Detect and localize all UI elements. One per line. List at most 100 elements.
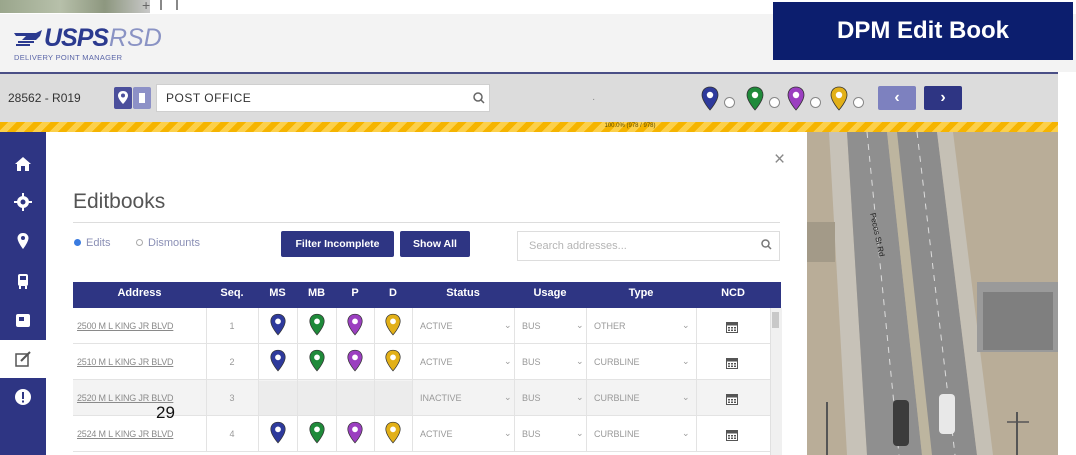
chevron-down-icon[interactable]: ⌄	[576, 356, 584, 367]
sidebar-item-editbooks[interactable]	[0, 340, 46, 378]
show-all-button[interactable]: Show All	[400, 231, 470, 257]
chevron-down-icon[interactable]: ⌄	[682, 320, 690, 331]
chevron-down-icon[interactable]: ⌄	[504, 356, 512, 367]
sidebar-item-mailbox[interactable]	[0, 301, 46, 339]
p-pin-icon	[787, 86, 805, 111]
d-pin-icon	[830, 86, 848, 111]
plus-icon[interactable]: +	[142, 0, 150, 13]
scrollbar-thumb[interactable]	[772, 312, 779, 328]
cell-divider	[514, 308, 515, 344]
type-select[interactable]: CURBLINE	[594, 357, 640, 367]
chevron-down-icon[interactable]: ⌄	[576, 392, 584, 403]
building-filter-button[interactable]	[133, 87, 151, 109]
ms-pin-cell[interactable]	[269, 421, 287, 450]
sidebar-item-settings[interactable]	[0, 183, 46, 221]
column-header-ncd: NCD	[721, 287, 745, 299]
cell-divider	[696, 416, 697, 452]
map-thumbnail[interactable]	[0, 0, 150, 13]
ms-pin-cell[interactable]	[269, 313, 287, 342]
chevron-down-icon[interactable]: ⌄	[682, 392, 690, 403]
layers-icon[interactable]	[160, 0, 178, 10]
chevron-down-icon[interactable]: ⌄	[682, 356, 690, 367]
ncd-button[interactable]	[726, 428, 738, 446]
d-pin-cell[interactable]	[384, 313, 402, 342]
panel-title: Editbooks	[73, 190, 166, 213]
address-search-placeholder: Search addresses...	[529, 240, 627, 252]
alert-icon	[15, 389, 31, 405]
status-select[interactable]: ACTIVE	[420, 429, 453, 439]
chevron-down-icon[interactable]: ⌄	[504, 392, 512, 403]
radio-dismounts[interactable]	[136, 239, 143, 246]
mb-pin-cell[interactable]	[308, 421, 326, 450]
cell-divider	[206, 416, 207, 452]
ncd-button[interactable]	[726, 356, 738, 374]
mb-pin-cell[interactable]	[308, 313, 326, 342]
status-select[interactable]: ACTIVE	[420, 357, 453, 367]
sidebar-item-locations[interactable]	[0, 222, 46, 260]
legend-d-toggle[interactable]	[853, 97, 864, 108]
ms-pin-icon	[701, 86, 719, 111]
ncd-button[interactable]	[726, 392, 738, 410]
chevron-down-icon[interactable]: ⌄	[576, 428, 584, 439]
mb-pin-cell[interactable]	[308, 349, 326, 378]
cell-divider	[586, 380, 587, 416]
address-link[interactable]: 2510 M L KING JR BLVD	[77, 357, 174, 367]
cell-divider	[514, 344, 515, 380]
address-link[interactable]: 2520 M L KING JR BLVD	[77, 393, 174, 403]
usage-select[interactable]: BUS	[522, 321, 541, 331]
type-select[interactable]: CURBLINE	[594, 429, 640, 439]
p-pin-cell[interactable]	[346, 421, 364, 450]
calendar-icon	[726, 322, 738, 333]
sidebar-item-home[interactable]	[0, 145, 46, 183]
calendar-icon	[726, 430, 738, 441]
chevron-down-icon[interactable]: ⌄	[682, 428, 690, 439]
mb-pin-icon	[746, 86, 764, 111]
radio-dismounts-label[interactable]: Dismounts	[148, 237, 200, 249]
ms-pin-cell[interactable]	[269, 349, 287, 378]
chevron-down-icon[interactable]: ⌄	[576, 320, 584, 331]
location-filter-button[interactable]	[114, 87, 132, 109]
previous-button[interactable]: ‹	[878, 86, 916, 110]
cell-divider	[412, 344, 413, 380]
cell-divider	[297, 344, 298, 380]
chevron-down-icon[interactable]: ⌄	[504, 320, 512, 331]
ncd-button[interactable]	[726, 320, 738, 338]
legend-mb-pin-icon	[745, 86, 765, 112]
usage-select[interactable]: BUS	[522, 429, 541, 439]
status-select[interactable]: ACTIVE	[420, 321, 453, 331]
sequence-number: 2	[229, 357, 235, 367]
legend-p-toggle[interactable]	[810, 97, 821, 108]
legend-ms-toggle[interactable]	[724, 97, 735, 108]
search-icon[interactable]	[758, 236, 776, 254]
logo-subtitle: DELIVERY POINT MANAGER	[14, 53, 123, 62]
address-link[interactable]: 2500 M L KING JR BLVD	[77, 321, 174, 331]
radio-edits[interactable]	[74, 239, 81, 246]
status-select[interactable]: INACTIVE	[420, 393, 462, 403]
legend-mb-toggle[interactable]	[769, 97, 780, 108]
radio-edits-label[interactable]: Edits	[86, 237, 110, 249]
logo-usps: USPS	[44, 24, 109, 52]
cell-divider	[374, 308, 375, 344]
type-select[interactable]: CURBLINE	[594, 393, 640, 403]
slide-banner: DPM Edit Book	[773, 2, 1073, 60]
sidebar-item-alerts[interactable]	[0, 378, 46, 416]
chevron-down-icon[interactable]: ⌄	[504, 428, 512, 439]
p-pin-cell[interactable]	[346, 313, 364, 342]
address-link[interactable]: 2524 M L KING JR BLVD	[77, 429, 174, 439]
logo-rsd: RSD	[109, 24, 162, 52]
usage-select[interactable]: BUS	[522, 357, 541, 367]
filter-incomplete-button[interactable]: Filter Incomplete	[281, 231, 394, 257]
p-pin-cell[interactable]	[346, 349, 364, 378]
usage-select[interactable]: BUS	[522, 393, 541, 403]
sidebar-item-vehicle[interactable]	[0, 262, 46, 300]
next-button[interactable]: ›	[924, 86, 962, 110]
type-select[interactable]: OTHER	[594, 321, 626, 331]
p-empty-cell	[337, 381, 374, 415]
cell-divider	[374, 416, 375, 452]
d-pin-cell[interactable]	[384, 349, 402, 378]
table-scrollbar[interactable]	[770, 308, 782, 455]
close-icon[interactable]: ×	[774, 149, 785, 171]
d-pin-cell[interactable]	[384, 421, 402, 450]
search-icon[interactable]	[468, 88, 490, 108]
satellite-map[interactable]: Pecos St Rd	[807, 132, 1058, 455]
